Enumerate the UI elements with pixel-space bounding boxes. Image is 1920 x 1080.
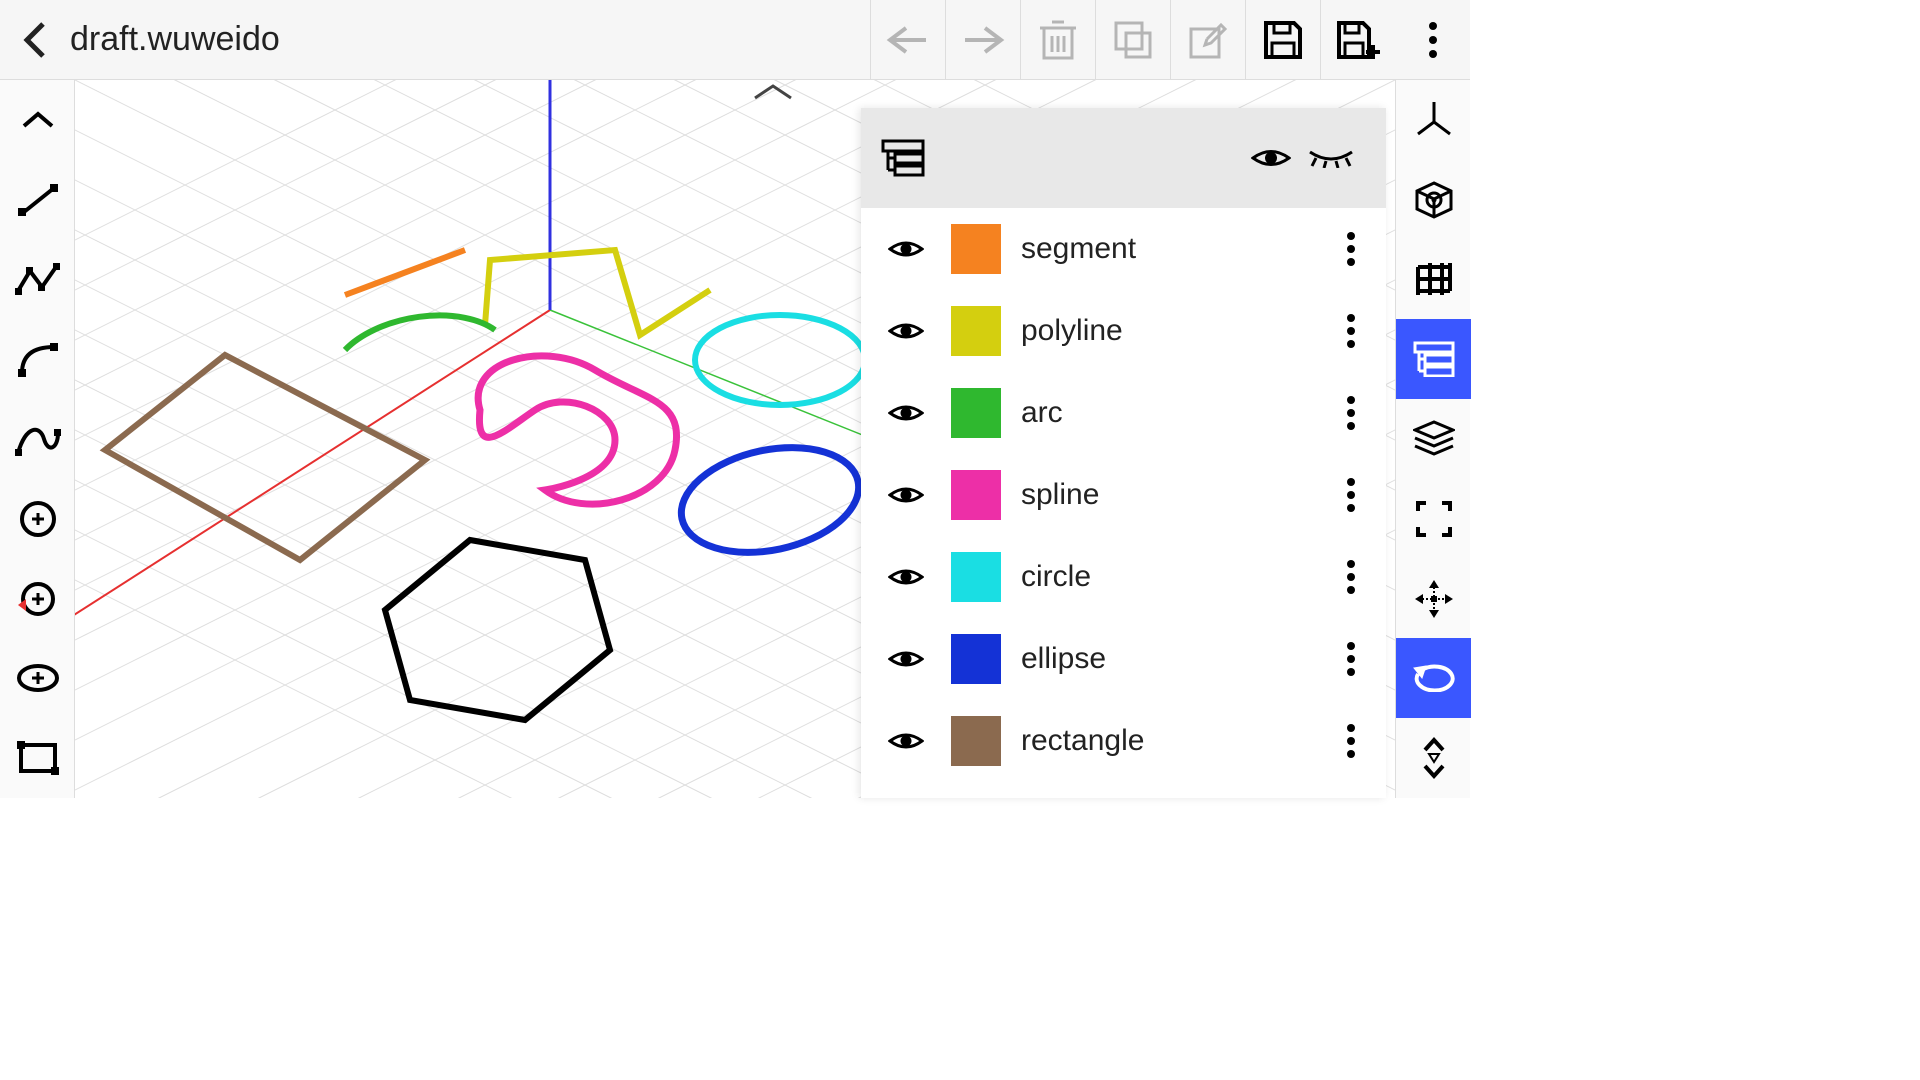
layer-row[interactable]: ellipse [861, 618, 1386, 700]
layer-name-label: circle [1021, 560, 1336, 594]
redo-button[interactable] [945, 0, 1020, 79]
layer-row[interactable]: segment [861, 208, 1386, 290]
circle-shape[interactable] [695, 315, 865, 405]
eye-icon[interactable] [881, 237, 931, 261]
eye-icon[interactable] [881, 729, 931, 753]
spline-tool[interactable] [0, 399, 75, 479]
eye-icon[interactable] [881, 647, 931, 671]
chevron-up-icon[interactable] [755, 86, 791, 98]
show-all-icon[interactable] [1246, 145, 1296, 171]
top-toolbar: draft.wuweido [0, 0, 1470, 80]
curve-tool[interactable] [0, 319, 75, 399]
layer-more-icon[interactable] [1336, 641, 1366, 677]
rotate-button[interactable] [1396, 638, 1471, 718]
layer-row[interactable]: polyline [861, 290, 1386, 372]
delete-button[interactable] [1020, 0, 1095, 79]
layer-color-swatch[interactable] [951, 716, 1001, 766]
layers-panel-header [861, 108, 1386, 208]
circle-3pt-tool[interactable] [0, 559, 75, 639]
layers-list: segment polyline arc spline [861, 208, 1386, 798]
hexagon-shape[interactable] [385, 540, 610, 720]
left-toolbar [0, 80, 75, 798]
layer-color-swatch[interactable] [951, 224, 1001, 274]
spline-shape[interactable] [478, 356, 676, 504]
eye-icon[interactable] [881, 401, 931, 425]
grid-toggle-button[interactable] [1396, 240, 1471, 320]
polyline-shape[interactable] [485, 250, 710, 335]
ellipse-shape[interactable] [672, 432, 869, 567]
layer-row[interactable]: arc [861, 372, 1386, 454]
layer-name-label: arc [1021, 396, 1336, 430]
layer-name-label: spline [1021, 478, 1336, 512]
circle-center-tool[interactable] [0, 479, 75, 559]
layer-name-label: ellipse [1021, 642, 1336, 676]
layers-panel-button[interactable] [1396, 319, 1471, 399]
filename-label: draft.wuweido [70, 20, 280, 59]
rectangle-shape[interactable] [105, 355, 425, 560]
layer-more-icon[interactable] [1336, 477, 1366, 513]
save-button[interactable] [1245, 0, 1320, 79]
layer-color-swatch[interactable] [951, 634, 1001, 684]
layer-more-icon[interactable] [1336, 723, 1366, 759]
layer-more-icon[interactable] [1336, 395, 1366, 431]
right-toolbar [1395, 80, 1470, 798]
layer-color-swatch[interactable] [951, 470, 1001, 520]
polyline-tool[interactable] [0, 240, 75, 320]
ellipse-tool[interactable] [0, 638, 75, 718]
layer-row[interactable]: rectangle [861, 700, 1386, 782]
layers-tree-icon[interactable] [881, 139, 931, 177]
more-menu-button[interactable] [1395, 0, 1470, 79]
pan-button[interactable] [1396, 559, 1471, 639]
save-as-button[interactable] [1320, 0, 1395, 79]
edit-button[interactable] [1170, 0, 1245, 79]
eye-icon[interactable] [881, 483, 931, 507]
axes-view-button[interactable] [1396, 80, 1471, 160]
layer-color-swatch[interactable] [951, 552, 1001, 602]
eye-icon[interactable] [881, 319, 931, 343]
layer-name-label: rectangle [1021, 724, 1336, 758]
segment-shape[interactable] [345, 250, 465, 295]
layer-name-label: segment [1021, 232, 1336, 266]
stack-layers-button[interactable] [1396, 399, 1471, 479]
back-button[interactable] [10, 15, 60, 65]
layer-color-swatch[interactable] [951, 306, 1001, 356]
layers-panel: segment polyline arc spline [861, 108, 1386, 798]
hide-all-icon[interactable] [1296, 148, 1366, 168]
copy-button[interactable] [1095, 0, 1170, 79]
arc-shape[interactable] [345, 315, 495, 350]
view-cube-button[interactable] [1396, 160, 1471, 240]
fullscreen-button[interactable] [1396, 479, 1471, 559]
layer-more-icon[interactable] [1336, 559, 1366, 595]
eye-icon[interactable] [881, 565, 931, 589]
layer-name-label: polyline [1021, 314, 1336, 348]
layer-row[interactable]: spline [861, 454, 1386, 536]
line-tool[interactable] [0, 160, 75, 240]
layer-color-swatch[interactable] [951, 388, 1001, 438]
expand-vertical-button[interactable] [1396, 718, 1471, 798]
collapse-up-icon[interactable] [0, 80, 75, 160]
layer-more-icon[interactable] [1336, 231, 1366, 267]
layer-row[interactable]: circle [861, 536, 1386, 618]
undo-button[interactable] [870, 0, 945, 79]
layer-more-icon[interactable] [1336, 313, 1366, 349]
rectangle-tool[interactable] [0, 718, 75, 798]
